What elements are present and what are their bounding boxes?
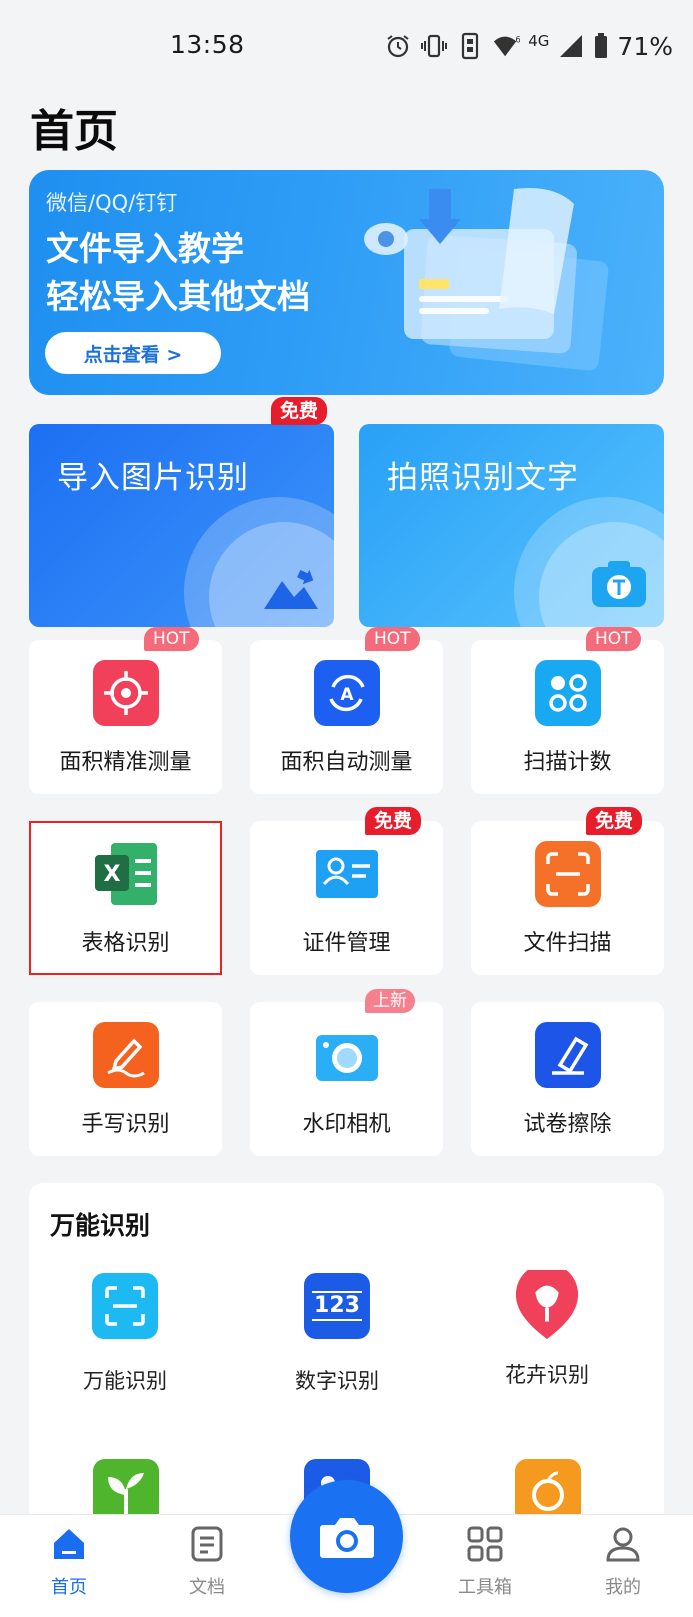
- status-bar: 13:58 6 4G 71%: [0, 0, 693, 90]
- watermark-camera-icon: [314, 1022, 380, 1088]
- camera-button[interactable]: [290, 1480, 403, 1593]
- hot-badge: HOT: [586, 627, 641, 651]
- import-image-label: 导入图片识别: [57, 460, 249, 496]
- count-icon: [534, 660, 601, 726]
- nav-label: 首页: [51, 1577, 87, 1598]
- tool-label: 手写识别: [81, 1112, 170, 1137]
- signal-icon: [557, 32, 585, 60]
- hot-badge: HOT: [144, 627, 199, 651]
- auto-measure-icon: A: [313, 660, 380, 726]
- nav-profile[interactable]: 我的: [573, 1525, 673, 1599]
- banner-headline: 文件导入教学 轻松导入其他文档: [46, 225, 310, 321]
- page-title: 首页: [30, 106, 118, 157]
- new-badge: 上新: [365, 989, 415, 1013]
- photo-text-label: 拍照识别文字: [387, 460, 579, 496]
- number-icon: 123: [304, 1273, 370, 1339]
- item-label: 数字识别: [295, 1369, 379, 1393]
- universal-recognition-item[interactable]: 万能识别: [35, 1273, 215, 1395]
- home-icon: [54, 1529, 84, 1559]
- flower-recognition-item[interactable]: 花卉识别: [457, 1270, 637, 1389]
- network-type: 4G: [528, 32, 550, 50]
- banner-subtitle: 微信/QQ/钉钉: [46, 191, 178, 215]
- free-badge: 免费: [271, 397, 328, 425]
- item-label: 万能识别: [83, 1369, 167, 1393]
- nav-documents[interactable]: 文档: [157, 1525, 257, 1599]
- free-badge: 免费: [586, 807, 643, 835]
- item-label: 花卉识别: [505, 1363, 589, 1387]
- svg-text:X: X: [103, 862, 120, 887]
- tool-label: 证件管理: [302, 931, 391, 956]
- wifi-icon: 6: [492, 32, 520, 60]
- import-tutorial-banner[interactable]: 微信/QQ/钉钉 文件导入教学 轻松导入其他文档 点击查看 >: [29, 170, 664, 395]
- handwriting-icon: [92, 1022, 159, 1088]
- target-icon: [92, 660, 159, 726]
- alarm-icon: [384, 32, 412, 60]
- nav-home[interactable]: 首页: [19, 1525, 119, 1599]
- nav-label: 我的: [605, 1577, 641, 1598]
- tool-8-tile[interactable]: 水印相机: [250, 1002, 443, 1156]
- file-scan-icon: [534, 841, 601, 907]
- tool-label: 面积自动测量: [280, 750, 413, 775]
- tool-9-tile[interactable]: 试卷擦除: [471, 1002, 664, 1156]
- scan-frame-icon: [92, 1273, 158, 1339]
- tool-3-tile[interactable]: 扫描计数: [471, 640, 664, 794]
- excel-icon: X: [93, 841, 159, 907]
- id-card-icon: [314, 841, 380, 907]
- import-image-recognition-card[interactable]: 导入图片识别: [29, 424, 334, 627]
- photo-text-recognition-card[interactable]: 拍照识别文字: [359, 424, 664, 627]
- number-recognition-item[interactable]: 123 数字识别: [247, 1273, 427, 1395]
- tool-label: 面积精准测量: [59, 750, 192, 775]
- vibrate-icon: [420, 32, 448, 60]
- tool-6-tile[interactable]: 文件扫描: [471, 821, 664, 975]
- toolbox-icon: [467, 1526, 503, 1562]
- tool-7-tile[interactable]: 手写识别: [29, 1002, 222, 1156]
- nav-label: 工具箱: [458, 1577, 512, 1598]
- image-icon: [264, 569, 318, 609]
- battery-icon: [593, 32, 609, 60]
- eraser-icon: [534, 1022, 601, 1088]
- sim-icon: [456, 32, 484, 60]
- nav-toolbox[interactable]: 工具箱: [435, 1525, 535, 1599]
- profile-icon: [606, 1527, 640, 1562]
- tool-4-tile[interactable]: X 表格识别: [29, 821, 222, 975]
- battery-percent: 71%: [617, 31, 673, 61]
- section-title: 万能识别: [50, 1211, 151, 1240]
- svg-text:A: A: [340, 685, 354, 705]
- document-icon: [191, 1526, 223, 1562]
- tool-label: 扫描计数: [523, 750, 612, 775]
- banner-line-2: 轻松导入其他文档: [46, 276, 310, 316]
- svg-text:6: 6: [516, 34, 521, 44]
- tool-label: 表格识别: [81, 931, 170, 956]
- number-glyph: 123: [312, 1291, 362, 1321]
- nav-label: 文档: [189, 1577, 225, 1598]
- tool-5-tile[interactable]: 证件管理: [250, 821, 443, 975]
- free-badge: 免费: [365, 807, 422, 835]
- view-button[interactable]: 点击查看 >: [45, 332, 221, 374]
- tool-1-tile[interactable]: 面积精准测量: [29, 640, 222, 794]
- hot-badge: HOT: [365, 627, 420, 651]
- banner-line-1: 文件导入教学: [46, 229, 244, 268]
- tool-label: 试卷擦除: [523, 1112, 612, 1137]
- home-screen: 13:58 6 4G 71% 首页 微信/QQ/: [0, 0, 693, 1617]
- status-icons: 6 4G 71%: [384, 30, 673, 62]
- camera-text-icon: [592, 561, 646, 607]
- tool-label: 水印相机: [302, 1112, 391, 1137]
- tool-2-tile[interactable]: A 面积自动测量: [250, 640, 443, 794]
- camera-icon: [319, 1517, 374, 1558]
- status-time: 13:58: [170, 30, 245, 59]
- flower-icon: [514, 1270, 580, 1339]
- document-import-illustration: [364, 188, 609, 371]
- tool-label: 文件扫描: [523, 931, 612, 956]
